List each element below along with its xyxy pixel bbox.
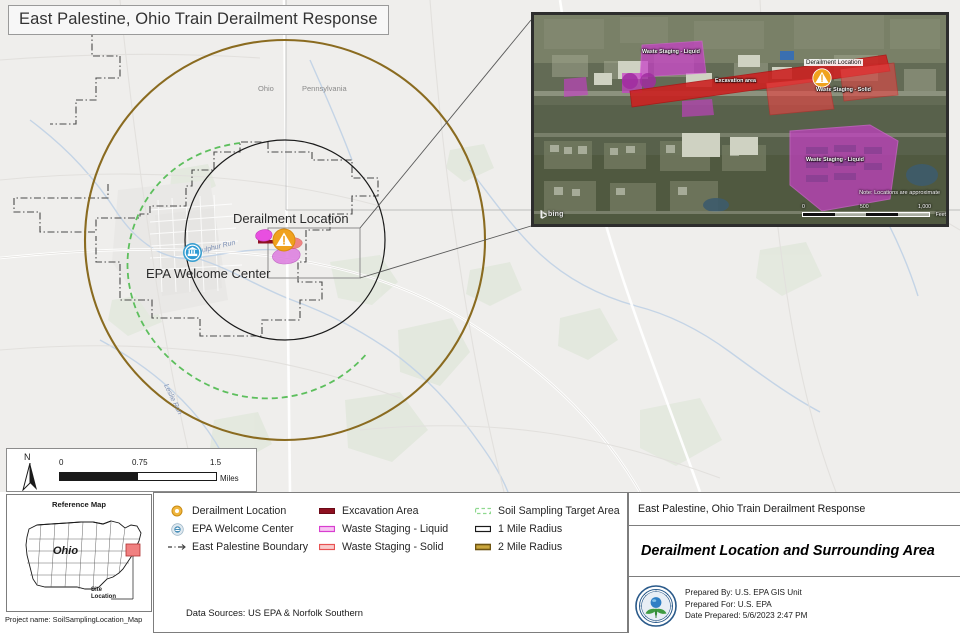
credits-text-block: Prepared By: U.S. EPA GIS Unit Prepared … xyxy=(685,585,807,622)
prepared-for: Prepared For: U.S. EPA xyxy=(685,599,772,609)
legend-label: EPA Welcome Center xyxy=(192,523,294,535)
info-main-title: Derailment Location and Surrounding Area xyxy=(629,526,960,577)
legend-column-2: Excavation Area Waste Staging - Liquid W… xyxy=(316,502,448,556)
inset-label-excavation-area: Excavation area xyxy=(715,78,757,84)
main-map-canvas[interactable]: Ohio Pennsylvania Derailment Location EP… xyxy=(0,0,960,492)
scalebar-ticks: 0 0.75 1.5 xyxy=(59,458,249,470)
map-page: Ohio Pennsylvania Derailment Location EP… xyxy=(0,0,960,633)
legend-item-derailment-location[interactable]: Derailment Location xyxy=(166,502,308,520)
site-highlight-box xyxy=(125,543,141,557)
legend-column-1: Derailment Location EPA Welcome Center E… xyxy=(166,502,308,556)
reference-map-panel[interactable]: Reference Map Ohio Site Location xyxy=(6,494,152,612)
map-layout-footer: Reference Map Ohio Site Location Project… xyxy=(0,492,960,633)
inset-derailment-marker-icon[interactable] xyxy=(812,68,832,88)
reference-map-state-label: Ohio xyxy=(53,545,79,557)
inset-label-waste-staging-liquid-upper: Waste Staging - Liquid xyxy=(642,49,700,55)
inset-scale-unit: Feet xyxy=(935,212,946,218)
inset-note: Note: Locations are approximate xyxy=(859,190,940,196)
inset-label-derailment-location: Derailment Location xyxy=(804,59,864,66)
map-info-panel: East Palestine, Ohio Train Derailment Re… xyxy=(628,492,960,633)
waste-liquid-swatch-icon xyxy=(316,522,338,536)
derailment-point-icon xyxy=(166,504,188,518)
legend-column-3: Soil Sampling Target Area 1 Mile Radius xyxy=(472,502,620,556)
reference-map-title: Reference Map xyxy=(51,500,107,509)
north-arrow-icon: N xyxy=(17,452,43,492)
prepared-by: Prepared By: U.S. EPA GIS Unit xyxy=(685,588,802,597)
legend-item-excavation-area[interactable]: Excavation Area xyxy=(316,502,448,520)
legend-label: Waste Staging - Solid xyxy=(342,541,444,553)
two-mile-swatch-icon xyxy=(472,540,494,554)
legend-item-east-palestine-boundary[interactable]: East Palestine Boundary xyxy=(166,538,308,556)
inset-label-waste-staging-liquid-lower: Waste Staging - Liquid xyxy=(806,157,864,163)
scale-unit-label: Miles xyxy=(220,474,239,483)
bing-attribution-icon: bing xyxy=(540,210,564,219)
legend-item-two-mile-radius[interactable]: 2 Mile Radius xyxy=(472,538,620,556)
legend-label: East Palestine Boundary xyxy=(192,541,309,553)
scale-tick-0: 0 xyxy=(59,458,64,467)
bing-logo-glyph xyxy=(540,210,547,219)
inset-aerial-map[interactable]: Waste Staging - Liquid Excavation area W… xyxy=(531,12,949,227)
legend-item-one-mile-radius[interactable]: 1 Mile Radius xyxy=(472,520,620,538)
legend-item-waste-staging-solid[interactable]: Waste Staging - Solid xyxy=(316,538,448,556)
waste-solid-swatch-icon xyxy=(316,540,338,554)
bing-label: bing xyxy=(548,211,564,218)
inset-scalebar: 0 500 1,000 Feet xyxy=(802,204,946,218)
info-subtitle: East Palestine, Ohio Train Derailment Re… xyxy=(629,493,960,526)
inset-scale-tick-0: 0 xyxy=(802,204,805,210)
north-letter: N xyxy=(24,452,31,462)
scale-tick-2: 1.5 xyxy=(210,458,222,467)
inset-scale-tick-2: 1,000 xyxy=(918,204,931,210)
legend-item-epa-welcome-center[interactable]: EPA Welcome Center xyxy=(166,520,308,538)
soil-sampling-swatch-icon xyxy=(472,504,494,518)
scalebar-panel: N 0 0.75 1.5 Miles xyxy=(6,448,257,492)
legend-item-soil-sampling-target-area[interactable]: Soil Sampling Target Area xyxy=(472,502,620,520)
ohio-outline-graphic xyxy=(25,520,142,600)
scalebar-graphic xyxy=(59,472,217,481)
epa-welcome-center-marker-icon[interactable] xyxy=(183,243,202,262)
legend-label: 1 Mile Radius xyxy=(498,523,563,535)
excavation-swatch-icon xyxy=(316,504,338,518)
scale-tick-1: 0.75 xyxy=(132,458,148,467)
legend-panel: Derailment Location EPA Welcome Center E… xyxy=(153,492,628,633)
date-prepared: Date Prepared: 5/6/2023 2:47 PM xyxy=(685,611,808,621)
boundary-dashed-icon xyxy=(166,540,188,554)
one-mile-swatch-icon xyxy=(472,522,494,536)
page-title: East Palestine, Ohio Train Derailment Re… xyxy=(8,5,389,35)
legend-label: Soil Sampling Target Area xyxy=(498,505,620,517)
site-location-label: Site Location xyxy=(91,587,116,600)
info-credits: Prepared By: U.S. EPA GIS Unit Prepared … xyxy=(629,577,960,627)
project-name-label: Project name: SoilSamplingLocation_Map xyxy=(5,615,143,624)
legend-label: 2 Mile Radius xyxy=(498,541,563,553)
legend-label: Waste Staging - Liquid xyxy=(342,523,449,535)
legend-label: Excavation Area xyxy=(342,505,419,517)
epa-welcome-center-icon xyxy=(166,522,188,536)
legend-item-waste-staging-liquid[interactable]: Waste Staging - Liquid xyxy=(316,520,448,538)
epa-seal-icon xyxy=(635,585,677,627)
derailment-location-marker-icon[interactable] xyxy=(272,228,296,252)
legend-label: Derailment Location xyxy=(192,505,287,517)
data-sources-label: Data Sources: US EPA & Norfolk Southern xyxy=(186,607,363,618)
inset-scale-tick-1: 500 xyxy=(860,204,869,210)
